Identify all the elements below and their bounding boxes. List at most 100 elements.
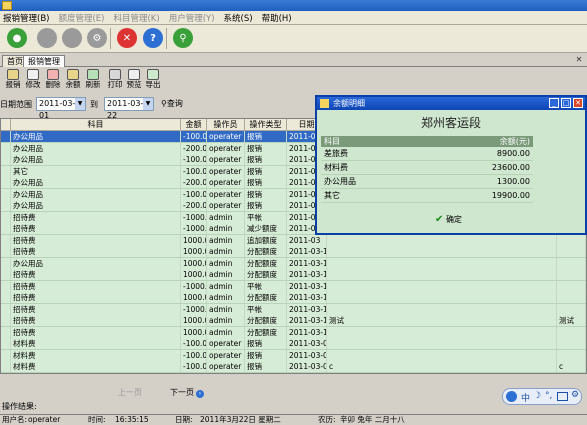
- column-header-subject[interactable]: 科目: [11, 119, 181, 131]
- window-title-bar: [0, 0, 587, 11]
- table-row[interactable]: 招待费1000.00admin追加额度2011-03: [1, 234, 586, 247]
- table-row[interactable]: 招待费-1000.00admin平帐2011-03-12: [1, 280, 586, 293]
- row-indicator: [1, 361, 11, 372]
- table-row[interactable]: 招待费1000.00admin分配额度2011-03-12: [1, 292, 586, 304]
- chevron-down-icon[interactable]: ▼: [143, 98, 153, 110]
- refresh-button[interactable]: 刷新: [84, 69, 102, 91]
- cell-amount: -200.00: [183, 142, 207, 154]
- operation-result-label: 操作结果:: [2, 402, 37, 411]
- cell-amount: 1000.00: [181, 292, 207, 303]
- edit-button[interactable]: 修改: [24, 69, 42, 91]
- cell-remark: [557, 280, 586, 292]
- table-row[interactable]: 招待费-1000.00admin平帐2011-03-12: [1, 303, 586, 316]
- cell-subject: 办公用品: [11, 200, 181, 211]
- balance-amount: 1300.00: [496, 177, 530, 186]
- balance-button[interactable]: 余额: [64, 69, 82, 91]
- cell-type: 分配额度: [245, 269, 287, 280]
- end-date-picker[interactable]: 2011-03-22 ▼: [104, 97, 154, 120]
- column-header-operator[interactable]: 操作员: [207, 119, 245, 131]
- keyboard-icon[interactable]: [557, 392, 568, 401]
- cell-operator: admin: [207, 211, 245, 223]
- reimburse-button[interactable]: 报销: [4, 69, 22, 91]
- cell-subject: 材料费: [11, 361, 181, 372]
- table-row[interactable]: 招待费1000.00admin分配额度2011-03-12测试测试: [1, 315, 586, 327]
- row-indicator: [1, 211, 11, 223]
- cell-note: [327, 234, 557, 246]
- table-row[interactable]: 招待费1000.00admin分配额度2011-03-16: [1, 246, 586, 258]
- cell-subject: 招待费: [11, 234, 181, 246]
- close-icon[interactable]: ✕: [117, 28, 137, 48]
- cell-subject: 材料费: [11, 338, 181, 349]
- cell-remark: [557, 372, 586, 373]
- next-page-link[interactable]: 下一页 ›: [170, 387, 204, 398]
- ok-button[interactable]: ✔ 确定: [435, 213, 475, 227]
- menu-quota[interactable]: 额度管理(E): [58, 12, 104, 24]
- cell-note: [327, 269, 557, 280]
- start-date-picker[interactable]: 2011-03-01 ▼: [36, 97, 86, 120]
- cell-type: 报销: [245, 165, 287, 177]
- settings-icon: ⚙: [87, 28, 107, 48]
- menu-system[interactable]: 系统(S): [224, 12, 253, 24]
- prev-page-link[interactable]: 上一页: [118, 387, 142, 398]
- maximize-icon[interactable]: □: [561, 98, 571, 108]
- table-row[interactable]: 招待费1000.00admin分配额度2011-03-12: [1, 326, 586, 339]
- menu-subject[interactable]: 科目管理(K): [113, 12, 159, 24]
- dialog-app-icon: [320, 99, 329, 108]
- ime-punct-icon[interactable]: °,: [545, 391, 552, 401]
- cell-operator: admin: [207, 315, 245, 326]
- table-row[interactable]: 材料费-100.00operater报销2011-03-08: [1, 338, 586, 350]
- row-indicator: [1, 280, 11, 292]
- time-label: 时间:: [88, 415, 106, 424]
- cell-date: 2011-03-12: [287, 280, 327, 292]
- cell-subject: 办公用品: [11, 154, 181, 165]
- chevron-down-icon[interactable]: ▼: [75, 98, 85, 110]
- cell-remark: [557, 269, 586, 280]
- cell-amount: -100.00: [183, 361, 207, 372]
- ime-toolbar[interactable]: 中 ☽ °, ⚙: [502, 388, 582, 405]
- table-row[interactable]: 材料费-100.00operater报销2011-03-08: [1, 349, 586, 362]
- cell-type: 报销: [245, 338, 287, 349]
- help-icon[interactable]: ?: [143, 28, 163, 48]
- arrow-right-icon: ›: [196, 390, 204, 398]
- login-icon[interactable]: ●: [7, 28, 27, 48]
- delete-icon: [47, 69, 59, 80]
- export-button[interactable]: 导出: [144, 69, 162, 91]
- ime-chinese-mode[interactable]: 中: [521, 391, 530, 404]
- cell-remark: [557, 303, 586, 315]
- exit-icon[interactable]: ⚲: [173, 28, 193, 48]
- menu-reimburse[interactable]: 报销管理(B): [3, 12, 49, 24]
- tab-reimburse-management[interactable]: 报销管理: [23, 55, 65, 67]
- cell-remark: [557, 234, 586, 246]
- delete-button[interactable]: 删除: [44, 69, 62, 91]
- cell-subject: 招待费: [11, 315, 181, 326]
- dialog-title: 余额明细: [333, 99, 365, 108]
- column-header-type[interactable]: 操作类型: [245, 119, 287, 131]
- gear-icon[interactable]: ⚙: [571, 390, 579, 400]
- cell-amount: -100.00: [183, 188, 207, 200]
- cell-subject: 办公用品: [11, 188, 181, 200]
- menu-help[interactable]: 帮助(H): [262, 12, 292, 24]
- menu-user[interactable]: 用户管理(Y): [169, 12, 215, 24]
- cell-amount: -1000.00: [183, 223, 207, 234]
- checkmark-icon: ✔: [435, 214, 444, 225]
- dialog-heading: 郑州客运段: [420, 116, 481, 130]
- column-header-amount[interactable]: 金额: [181, 119, 207, 131]
- table-row[interactable]: 招待费1000.00admin分配额度2011-03-12: [1, 269, 586, 281]
- cell-remark: [557, 349, 586, 361]
- table-row[interactable]: 材料费-100.00operater报销2011-03-08: [1, 372, 586, 373]
- table-row[interactable]: 办公用品1000.00admin分配额度2011-03-12: [1, 257, 586, 270]
- balance-col-subject: 科目: [324, 137, 340, 146]
- export-icon: [147, 69, 159, 80]
- cell-type: 分配额度: [245, 315, 287, 326]
- row-indicator-header: [1, 119, 11, 131]
- close-icon[interactable]: ✕: [573, 98, 583, 108]
- cell-amount: -100.00: [183, 165, 207, 177]
- table-row[interactable]: 材料费-100.00operater报销2011-03-08cc: [1, 361, 586, 373]
- ime-moon-icon[interactable]: ☽: [533, 391, 541, 401]
- cell-date: 2011-03-12: [287, 315, 327, 326]
- dialog-title-bar[interactable]: 余额明细 _ □ ✕: [317, 97, 585, 110]
- close-tab-icon[interactable]: ✕: [574, 55, 584, 65]
- print-icon: [109, 69, 121, 80]
- query-button[interactable]: ⚲查询: [161, 97, 183, 111]
- minimize-icon[interactable]: _: [549, 98, 559, 108]
